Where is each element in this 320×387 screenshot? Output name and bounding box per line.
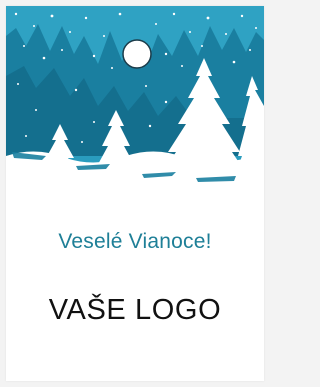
moon-icon — [122, 39, 152, 69]
greeting-text: Veselé Vianoce! — [58, 230, 212, 253]
winter-forest-illustration — [6, 6, 264, 206]
logo-placeholder[interactable]: VAŠE LOGO — [6, 294, 264, 327]
christmas-card: Veselé Vianoce! VAŠE LOGO — [6, 6, 264, 381]
